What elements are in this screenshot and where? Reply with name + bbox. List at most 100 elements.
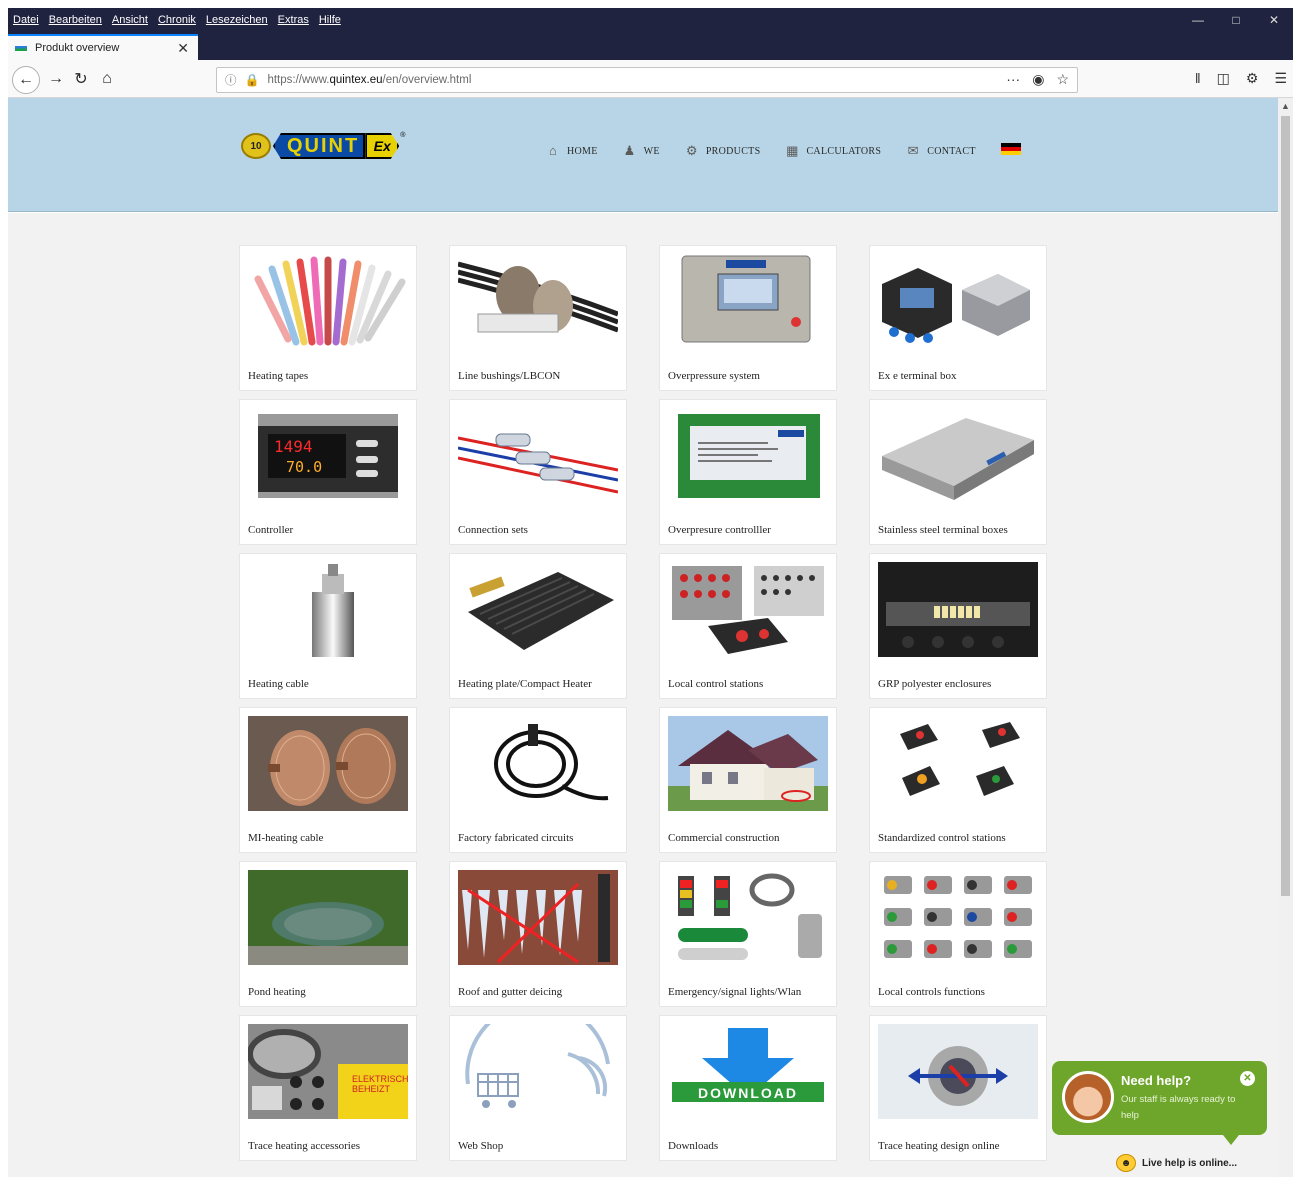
forward-icon[interactable]: → <box>45 68 67 90</box>
product-card[interactable]: Heating tapes <box>239 245 417 391</box>
product-card[interactable]: MI-heating cable <box>239 707 417 853</box>
product-card[interactable]: ELEKTRISCH BEHEIZT Trace heating accesso… <box>239 1015 417 1161</box>
nav-home[interactable]: ⌂ HOME <box>546 143 598 158</box>
close-icon[interactable]: ✕ <box>1240 1071 1255 1086</box>
product-card[interactable]: Web Shop <box>449 1015 627 1161</box>
nav-products[interactable]: ⚙ PRODUCTS <box>685 143 761 158</box>
quintex-logo[interactable]: 10 QUINT Ex ® <box>241 132 405 160</box>
live-help-text: Live help is online... <box>1142 1157 1238 1169</box>
menu-lesezeichen[interactable]: Lesezeichen <box>206 14 268 26</box>
product-caption: Roof and gutter deicing <box>458 986 563 998</box>
reload-icon[interactable]: ↻ <box>70 68 92 90</box>
product-card[interactable]: Pond heating <box>239 861 417 1007</box>
site-header: 10 QUINT Ex ® ⌂ HOME ♟ WE ⚙ PRODUCTS ▦ CALCU… <box>8 98 1278 212</box>
product-caption: Stainless steel terminal boxes <box>878 524 1008 536</box>
maximize-icon[interactable]: □ <box>1217 8 1255 32</box>
scroll-up-icon[interactable]: ▲ <box>1281 101 1290 111</box>
overpressure-controller-image <box>668 408 828 503</box>
line-bushings-image <box>458 254 618 349</box>
menu-extras[interactable]: Extras <box>278 14 309 26</box>
product-overview: Heating tapes Line bushings/LBCON Overpr… <box>8 213 1278 1177</box>
product-card[interactable]: DOWNLOAD Downloads <box>659 1015 837 1161</box>
menu-hilfe[interactable]: Hilfe <box>319 14 341 26</box>
product-caption: Standardized control stations <box>878 832 1006 844</box>
trace-heating-design-image <box>878 1024 1038 1119</box>
menu-datei[interactable]: Datei <box>13 14 39 26</box>
hamburger-menu-icon[interactable]: ☰ <box>1274 70 1287 87</box>
user-icon: ♟ <box>623 143 636 158</box>
trace-heating-accessories-image: ELEKTRISCH BEHEIZT <box>248 1024 408 1119</box>
tab-produkt-overview[interactable]: Produkt overview ✕ <box>8 34 198 60</box>
page-scrollbar[interactable]: ▲ <box>1278 98 1293 1177</box>
product-caption: Pond heating <box>248 986 306 998</box>
connection-sets-image <box>458 408 618 503</box>
registered-mark: ® <box>400 132 406 139</box>
menu-ansicht[interactable]: Ansicht <box>112 14 148 26</box>
favicon-icon <box>15 45 27 51</box>
sidebar-icon[interactable]: ◫ <box>1217 70 1230 87</box>
nav-contact[interactable]: ✉ CONTACT <box>906 143 976 158</box>
bookmark-star-icon[interactable]: ☆ <box>1056 71 1069 88</box>
product-card[interactable]: Ex e terminal box <box>869 245 1047 391</box>
product-card[interactable]: Emergency/signal lights/Wlan <box>659 861 837 1007</box>
home-browser-icon[interactable]: ⌂ <box>96 68 118 90</box>
product-card[interactable]: Commercial construction <box>659 707 837 853</box>
product-card[interactable]: GRP polyester enclosures <box>869 553 1047 699</box>
nav-calculators-label: CALCULATORS <box>806 145 882 157</box>
product-caption: Downloads <box>668 1140 719 1152</box>
product-caption: MI-heating cable <box>248 832 324 844</box>
factory-fabricated-circuits-image <box>458 716 618 811</box>
live-help-status[interactable]: ☻ Live help is online... <box>1116 1153 1276 1173</box>
product-card[interactable]: Heating plate/Compact Heater <box>449 553 627 699</box>
scroll-thumb[interactable] <box>1281 116 1290 896</box>
product-card[interactable]: Overpresure controlller <box>659 399 837 545</box>
product-card[interactable]: Local control stations <box>659 553 837 699</box>
nav-calculators[interactable]: ▦ CALCULATORS <box>785 143 882 158</box>
product-card[interactable]: Stainless steel terminal boxes <box>869 399 1047 545</box>
product-card[interactable]: Connection sets <box>449 399 627 545</box>
product-card[interactable]: Factory fabricated circuits <box>449 707 627 853</box>
product-card[interactable]: Roof and gutter deicing <box>449 861 627 1007</box>
logo-wordmark: QUINT <box>273 133 366 159</box>
product-caption: Local controls functions <box>878 986 985 998</box>
close-window-icon[interactable]: ✕ <box>1255 8 1293 32</box>
live-help-widget[interactable]: Need help? Our staff is always ready to … <box>1052 1061 1267 1145</box>
page-actions-icon[interactable]: ··· <box>1006 71 1020 88</box>
product-card[interactable]: 1494 70.0 Controller <box>239 399 417 545</box>
accessory-label-line2: BEHEIZT <box>352 1084 391 1094</box>
controller-display-top: 1494 <box>274 437 313 456</box>
heating-plate-image <box>458 562 618 657</box>
back-icon[interactable]: ← <box>12 66 40 94</box>
roof-gutter-deicing-image <box>458 870 618 965</box>
product-card[interactable]: Trace heating design online <box>869 1015 1047 1161</box>
navigation-toolbar: ← → ↻ ⌂ ⓘ 🔒 https://www. quintex.eu/en/ov… <box>8 60 1293 98</box>
minimize-icon[interactable]: — <box>1179 8 1217 32</box>
overpressure-system-image <box>668 254 828 349</box>
extension-icon[interactable]: ⚙ <box>1246 70 1259 87</box>
menu-bar: Datei Bearbeiten Ansicht Chronik Lesezei… <box>8 8 1293 32</box>
calculator-icon: ▦ <box>786 143 799 158</box>
nav-we-label: WE <box>643 145 660 157</box>
url-bar[interactable]: ⓘ 🔒 https://www. quintex.eu/en/overview.h… <box>216 67 1078 93</box>
menu-bearbeiten[interactable]: Bearbeiten <box>49 14 102 26</box>
pocket-icon[interactable]: ◉ <box>1032 71 1044 88</box>
info-icon[interactable]: ⓘ <box>225 72 237 88</box>
tab-title: Produkt overview <box>35 42 120 54</box>
product-card[interactable]: Line bushings/LBCON <box>449 245 627 391</box>
product-card[interactable]: Standardized control stations <box>869 707 1047 853</box>
product-caption: Trace heating accessories <box>248 1140 360 1152</box>
product-card[interactable]: Heating cable <box>239 553 417 699</box>
menu-chronik[interactable]: Chronik <box>158 14 196 26</box>
url-host: quintex.eu <box>329 74 383 86</box>
downloads-image: DOWNLOAD <box>668 1024 828 1119</box>
product-caption: Factory fabricated circuits <box>458 832 574 844</box>
product-card[interactable]: Overpressure system <box>659 245 837 391</box>
nav-we[interactable]: ♟ WE <box>623 143 660 158</box>
logo-ex: Ex <box>365 133 400 159</box>
close-tab-icon[interactable]: ✕ <box>177 40 189 57</box>
flag-germany-icon[interactable] <box>1000 142 1021 155</box>
url-prefix: https://www. <box>267 74 330 86</box>
product-caption: Heating cable <box>248 678 309 690</box>
product-card[interactable]: Local controls functions <box>869 861 1047 1007</box>
library-icon[interactable]: ‖ <box>1195 70 1201 87</box>
